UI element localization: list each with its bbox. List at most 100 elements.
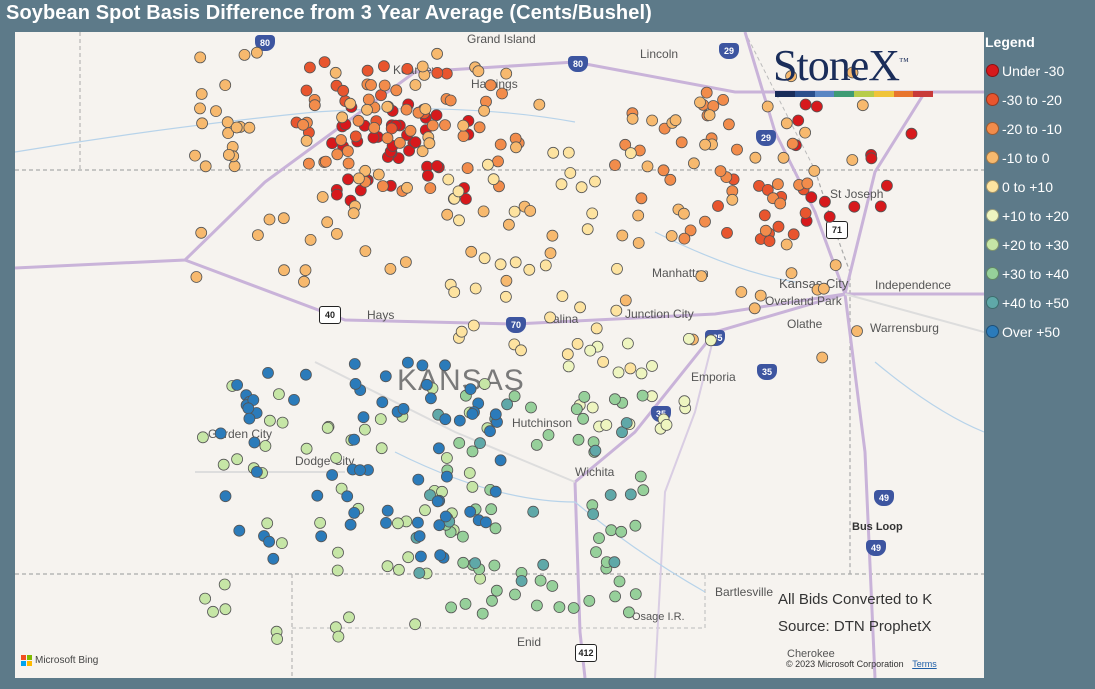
basis-point[interactable] <box>564 167 577 179</box>
basis-point[interactable] <box>785 267 798 280</box>
basis-point[interactable] <box>349 377 362 390</box>
basis-point[interactable] <box>393 137 406 149</box>
basis-point[interactable] <box>763 235 776 248</box>
basis-point[interactable] <box>774 197 787 210</box>
basis-point[interactable] <box>452 185 465 198</box>
basis-point[interactable] <box>619 294 632 307</box>
basis-point[interactable] <box>527 505 540 518</box>
map-canvas[interactable]: KANSAS Grand Island Kearney Hastings Lin… <box>15 32 984 678</box>
basis-point[interactable] <box>695 270 708 283</box>
basis-point[interactable] <box>344 518 357 531</box>
basis-point[interactable] <box>759 224 772 237</box>
basis-point[interactable] <box>624 488 637 501</box>
basis-point[interactable] <box>487 173 500 186</box>
basis-point[interactable] <box>271 633 284 645</box>
basis-point[interactable] <box>347 207 360 220</box>
basis-point[interactable] <box>597 355 609 368</box>
basis-point[interactable] <box>431 47 444 60</box>
basis-point[interactable] <box>263 414 276 427</box>
basis-point[interactable] <box>758 209 771 222</box>
basis-point[interactable] <box>501 398 514 411</box>
basis-point[interactable] <box>624 147 637 159</box>
basis-point[interactable] <box>375 442 388 455</box>
basis-point[interactable] <box>365 79 377 91</box>
basis-point[interactable] <box>688 157 700 170</box>
basis-point[interactable] <box>219 490 232 503</box>
basis-point[interactable] <box>665 230 678 242</box>
basis-point[interactable] <box>578 390 591 403</box>
basis-point[interactable] <box>448 286 461 299</box>
basis-point[interactable] <box>823 210 836 223</box>
basis-point[interactable] <box>263 535 276 548</box>
basis-point[interactable] <box>219 79 232 91</box>
basis-point[interactable] <box>263 213 276 226</box>
basis-point[interactable] <box>478 252 491 265</box>
basis-point[interactable] <box>735 286 748 298</box>
basis-point[interactable] <box>367 131 380 144</box>
basis-point[interactable] <box>515 344 527 357</box>
basis-point[interactable] <box>416 60 429 73</box>
basis-point[interactable] <box>243 121 256 134</box>
basis-point[interactable] <box>786 137 799 150</box>
basis-point[interactable] <box>423 137 436 150</box>
basis-point[interactable] <box>799 126 811 139</box>
basis-point[interactable] <box>411 516 424 529</box>
basis-point[interactable] <box>473 121 486 134</box>
basis-point[interactable] <box>362 93 375 106</box>
basis-point[interactable] <box>761 100 774 113</box>
basis-point[interactable] <box>799 207 812 219</box>
basis-point[interactable] <box>488 559 501 572</box>
basis-point[interactable] <box>348 506 361 519</box>
basis-point[interactable] <box>399 256 412 269</box>
basis-point[interactable] <box>401 181 413 194</box>
basis-point[interactable] <box>700 86 713 99</box>
basis-point[interactable] <box>378 79 391 92</box>
basis-point[interactable] <box>430 109 443 122</box>
basis-point[interactable] <box>453 437 466 449</box>
basis-point[interactable] <box>376 180 389 193</box>
basis-point[interactable] <box>250 465 263 478</box>
basis-point[interactable] <box>562 360 575 373</box>
basis-point[interactable] <box>319 155 332 168</box>
basis-point[interactable] <box>772 220 785 233</box>
basis-point[interactable] <box>222 149 235 161</box>
basis-point[interactable] <box>610 304 623 317</box>
basis-point[interactable] <box>502 218 515 231</box>
basis-point[interactable] <box>424 392 437 405</box>
basis-point[interactable] <box>636 389 649 402</box>
basis-point[interactable] <box>457 130 470 142</box>
basis-point[interactable] <box>808 164 821 177</box>
basis-point[interactable] <box>856 99 869 112</box>
basis-point[interactable] <box>721 226 733 239</box>
basis-point[interactable] <box>390 84 403 97</box>
basis-point[interactable] <box>431 67 444 79</box>
basis-point[interactable] <box>811 100 823 113</box>
basis-point[interactable] <box>555 178 568 191</box>
basis-point[interactable] <box>612 366 625 379</box>
terms-link[interactable]: Terms <box>912 659 937 669</box>
basis-point[interactable] <box>300 84 313 97</box>
basis-point[interactable] <box>489 485 502 498</box>
basis-point[interactable] <box>442 173 455 186</box>
basis-point[interactable] <box>335 134 347 146</box>
basis-point[interactable] <box>457 556 470 569</box>
basis-point[interactable] <box>332 630 345 643</box>
basis-point[interactable] <box>694 96 706 109</box>
basis-point[interactable] <box>401 356 414 369</box>
basis-point[interactable] <box>489 522 502 535</box>
basis-point[interactable] <box>509 588 521 601</box>
basis-point[interactable] <box>613 575 626 588</box>
basis-point[interactable] <box>500 67 513 80</box>
basis-point[interactable] <box>314 516 327 529</box>
basis-point[interactable] <box>586 401 599 414</box>
basis-point[interactable] <box>381 132 394 144</box>
basis-point[interactable] <box>523 263 536 276</box>
basis-point[interactable] <box>583 595 596 607</box>
basis-point[interactable] <box>787 228 800 241</box>
basis-point[interactable] <box>231 379 244 391</box>
basis-point[interactable] <box>304 233 317 246</box>
basis-point[interactable] <box>481 158 494 171</box>
basis-point[interactable] <box>233 524 246 537</box>
basis-point[interactable] <box>354 464 366 477</box>
basis-point[interactable] <box>567 602 580 614</box>
